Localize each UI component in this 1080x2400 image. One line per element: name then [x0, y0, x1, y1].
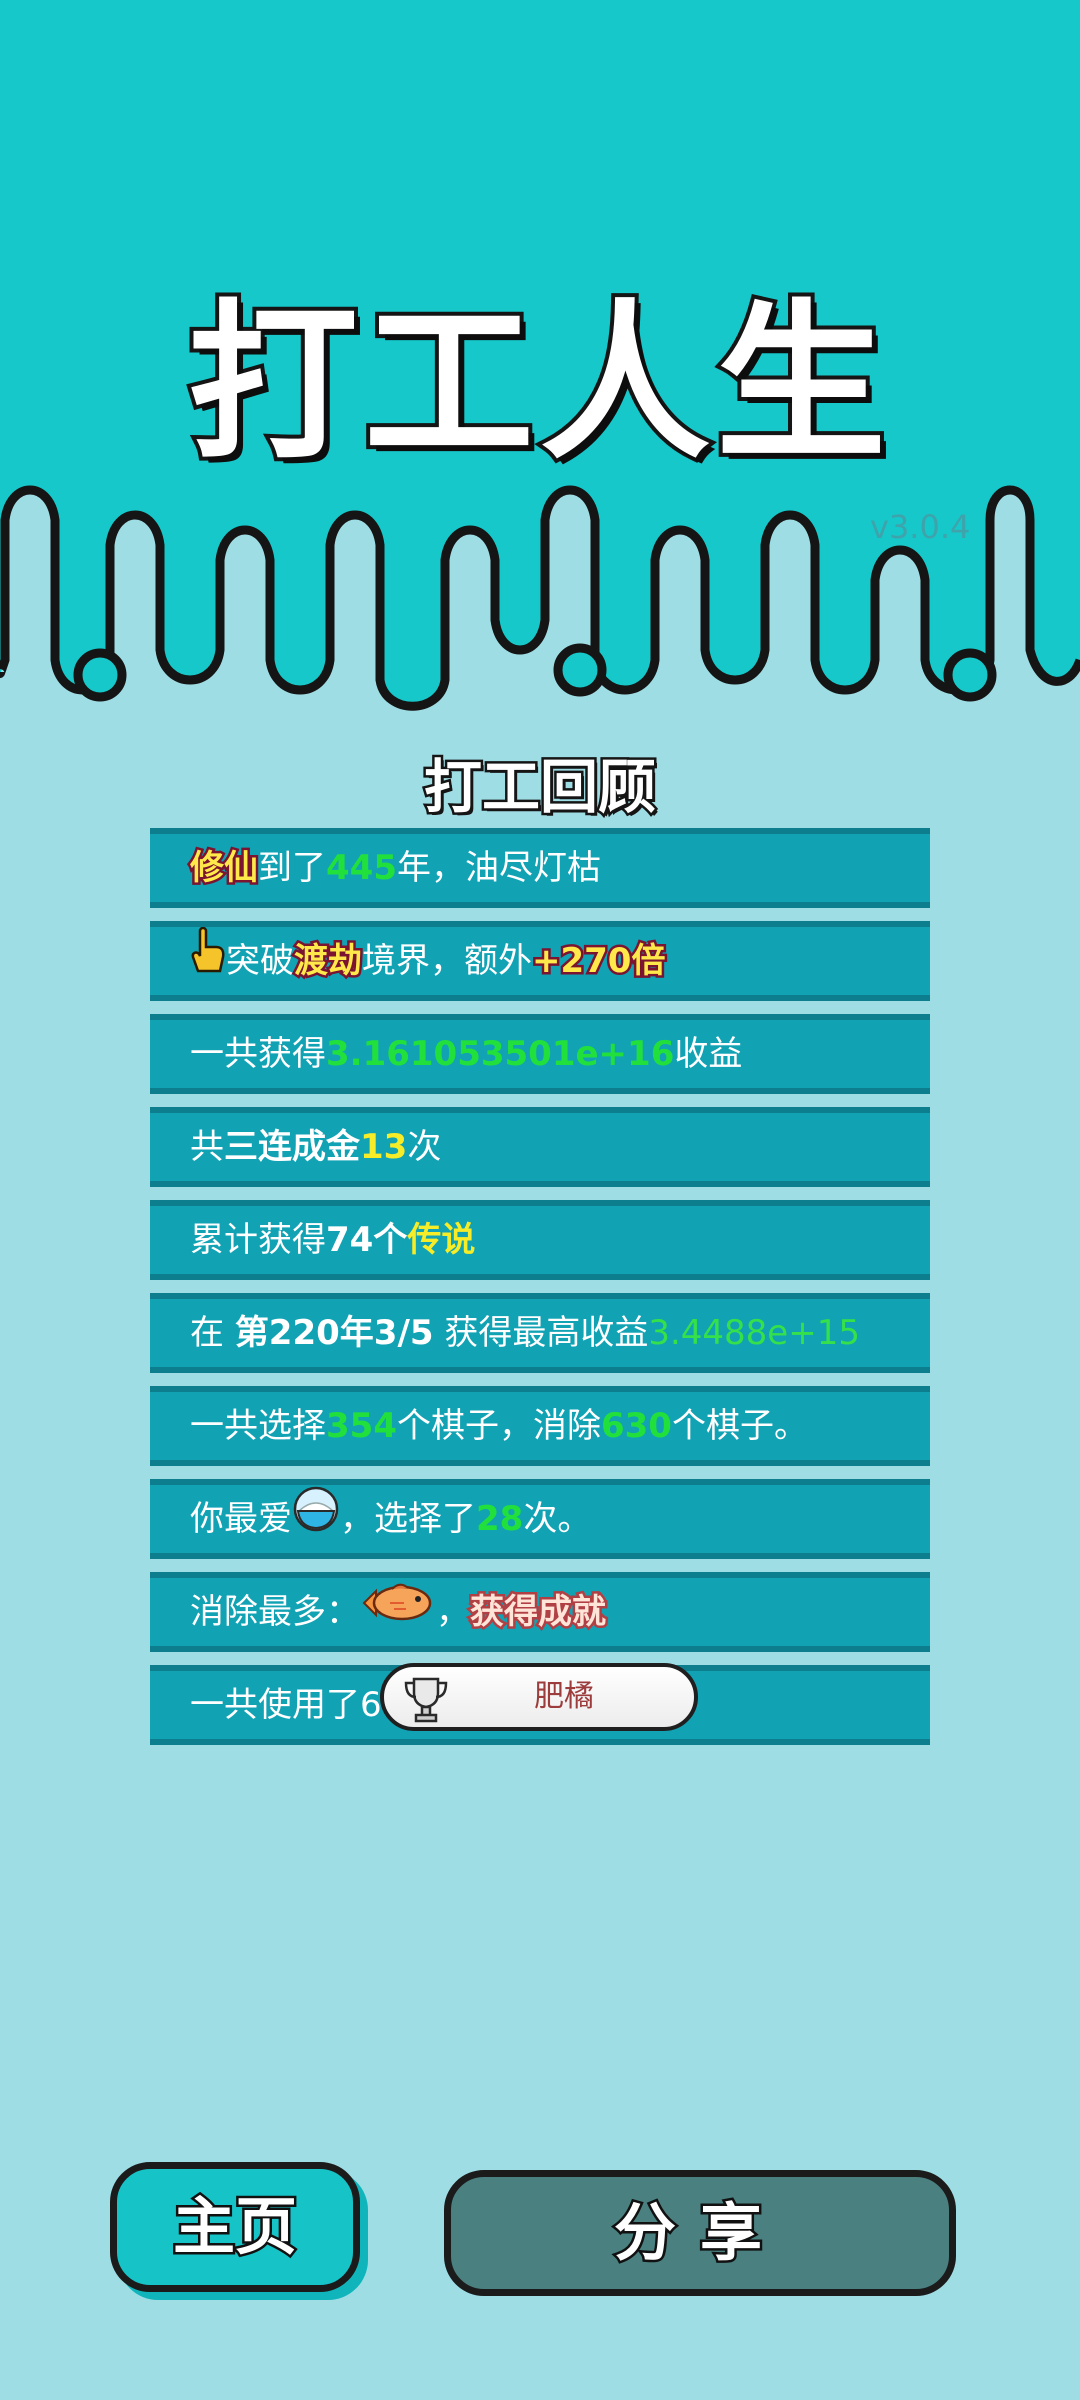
favorite-count: 28	[476, 1499, 524, 1539]
row-text: 在	[190, 1313, 235, 1353]
row-text: 境界，额外	[362, 941, 532, 981]
fish-icon	[360, 1580, 436, 1647]
pointing-hand-icon	[190, 927, 226, 995]
row-text: 突破	[226, 941, 294, 981]
realm-text: 修仙	[188, 846, 261, 891]
list-item: 共三连成金13次	[150, 1107, 930, 1187]
row-text: 一共选择	[190, 1406, 326, 1446]
date-text: 第220年3/5	[234, 1313, 434, 1353]
row-text: 个棋子。	[671, 1406, 808, 1446]
review-title: 打工回顾	[421, 751, 658, 824]
row-text: 共	[190, 1127, 224, 1167]
combo-text: 三连成金	[224, 1127, 360, 1167]
removed-count: 630	[600, 1406, 672, 1446]
chosen-count: 354	[326, 1406, 397, 1446]
combo-count: 13	[360, 1127, 408, 1167]
game-title: 打工人生	[184, 281, 892, 487]
income-value: 3.161053501e+16	[326, 1034, 675, 1074]
grade-text: 传说	[407, 1220, 476, 1260]
row-text: 消除最多：	[190, 1592, 360, 1632]
list-item: 一共获得3.161053501e+16收益	[150, 1014, 930, 1094]
achievement-toast[interactable]: 肥橘	[380, 1663, 698, 1731]
rice-bowl-icon	[292, 1485, 340, 1553]
list-item: 累计获得74个传说	[150, 1200, 930, 1280]
legend-count: 74个	[326, 1220, 408, 1260]
toast-text: 肥橘	[534, 1679, 594, 1714]
row-text: ，选择了	[340, 1499, 476, 1539]
row-text: 一共使用了6	[190, 1685, 382, 1725]
bonus-value: +270倍	[529, 939, 667, 984]
years-value: 445	[326, 848, 397, 888]
list-item: 突破渡劫境界，额外+270倍	[150, 921, 930, 1001]
list-item: 消除最多： ，获得成就	[150, 1572, 930, 1652]
row-text: 一共获得	[190, 1034, 326, 1074]
achievement-text: 获得成就	[468, 1590, 609, 1635]
row-text: 个棋子，消除	[396, 1406, 601, 1446]
row-text: 你最爱	[190, 1499, 292, 1539]
list-item: 一共选择354个棋子，消除630个棋子。	[150, 1386, 930, 1466]
row-text: 获得最高收益	[433, 1313, 649, 1353]
row-text: ，	[436, 1592, 470, 1632]
row-text: 累计获得	[190, 1220, 326, 1260]
header-area: 打工人生 v3.0.4	[0, 0, 1080, 720]
stage-text: 渡劫	[292, 939, 365, 984]
list-item: 修仙到了445年，油尽灯枯	[150, 828, 930, 908]
row-text: 次。	[523, 1499, 592, 1539]
share-button[interactable]: 分享	[444, 2170, 956, 2296]
row-text: 收益	[674, 1034, 743, 1074]
list-item: 在 第220年3/5 获得最高收益3.4488e+15	[150, 1293, 930, 1373]
home-button[interactable]: 主页	[110, 2162, 360, 2292]
list-item: 你最爱 ，选择了28次。	[150, 1479, 930, 1559]
row-text: 次	[407, 1127, 442, 1167]
max-income-value: 3.4488e+15	[648, 1313, 860, 1353]
row-text: 年，油尽灯枯	[396, 848, 601, 888]
row-text: 到了	[258, 848, 326, 888]
trophy-icon	[400, 1673, 452, 1729]
version-label: v3.0.4	[870, 508, 971, 546]
